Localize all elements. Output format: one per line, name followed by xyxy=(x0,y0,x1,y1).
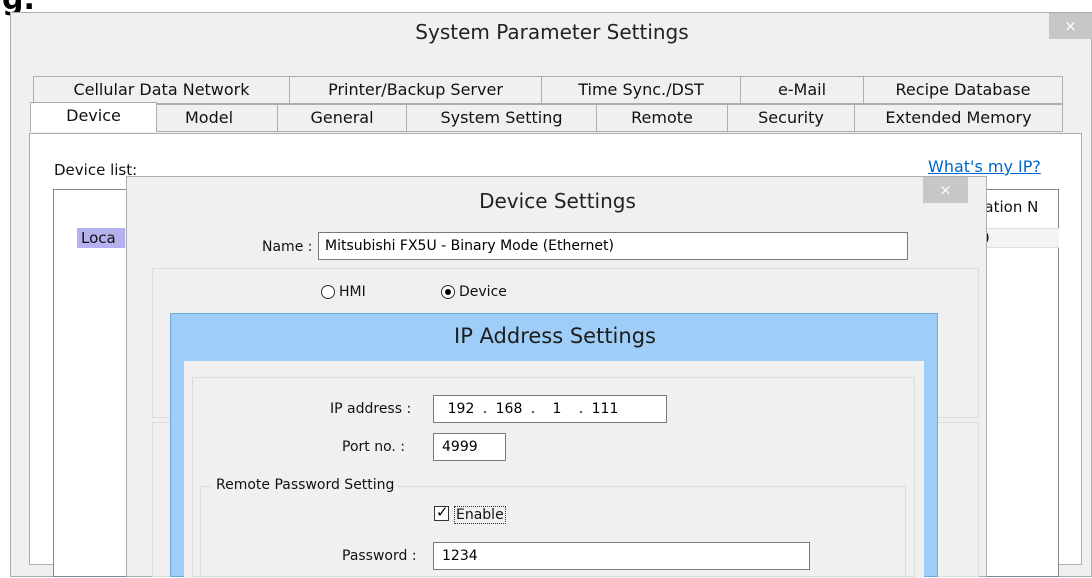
port-field[interactable]: 4999 xyxy=(433,433,506,461)
name-label: Name : xyxy=(262,239,313,255)
enable-label[interactable]: Enable xyxy=(454,506,506,524)
tab-general[interactable]: General xyxy=(277,104,407,132)
ip-octet[interactable]: 168 xyxy=(490,400,528,418)
password-field[interactable]: 1234 xyxy=(433,542,810,570)
close-icon[interactable]: × xyxy=(923,177,968,203)
ip-octet[interactable]: 111 xyxy=(586,400,624,418)
tab-system-setting[interactable]: System Setting xyxy=(406,104,597,132)
tab-cellular-data-network[interactable]: Cellular Data Network xyxy=(33,76,290,104)
tab-remote[interactable]: Remote xyxy=(596,104,728,132)
tab-printer-backup-server[interactable]: Printer/Backup Server xyxy=(289,76,542,104)
radio-hmi[interactable] xyxy=(321,285,335,299)
radio-device-label: Device xyxy=(459,284,507,300)
tab-extended-memory[interactable]: Extended Memory xyxy=(854,104,1063,132)
ip-address-field[interactable]: 192. 168. 1. 111 xyxy=(433,395,667,423)
port-label: Port no. : xyxy=(342,439,406,455)
ip-dot: . xyxy=(578,401,584,417)
ip-octet[interactable]: 1 xyxy=(538,400,576,418)
tab-device[interactable]: Device xyxy=(30,102,157,132)
tab-recipe-database[interactable]: Recipe Database xyxy=(863,76,1063,104)
ip-dot: . xyxy=(482,401,488,417)
radio-hmi-label: HMI xyxy=(339,284,366,300)
close-icon[interactable]: × xyxy=(1049,13,1092,39)
tab-time-sync-dst[interactable]: Time Sync./DST xyxy=(541,76,741,104)
name-field[interactable]: Mitsubishi FX5U - Binary Mode (Ethernet) xyxy=(318,232,908,260)
password-label: Password : xyxy=(342,548,417,564)
dialog-title: Device Settings xyxy=(479,189,636,213)
radio-selected-dot xyxy=(445,289,451,295)
check-icon: ✓ xyxy=(436,503,449,521)
whats-my-ip-link[interactable]: What's my IP? xyxy=(928,157,1041,176)
tab-model[interactable]: Model xyxy=(140,104,278,132)
list-item-selected[interactable]: Loca xyxy=(77,228,125,248)
ip-address-label: IP address : xyxy=(330,401,412,417)
device-list-label: Device list: xyxy=(54,161,138,179)
radio-device[interactable] xyxy=(441,285,455,299)
tab-email[interactable]: e-Mail xyxy=(740,76,864,104)
ip-dot: . xyxy=(530,401,536,417)
list-item-name: Loca xyxy=(81,229,116,247)
tab-security[interactable]: Security xyxy=(727,104,855,132)
enable-checkbox[interactable]: ✓ xyxy=(434,503,449,521)
remote-password-legend: Remote Password Setting xyxy=(212,477,399,493)
dialog-title: IP Address Settings xyxy=(454,324,656,348)
window-title: System Parameter Settings xyxy=(415,20,689,44)
ip-octet[interactable]: 192 xyxy=(442,400,480,418)
